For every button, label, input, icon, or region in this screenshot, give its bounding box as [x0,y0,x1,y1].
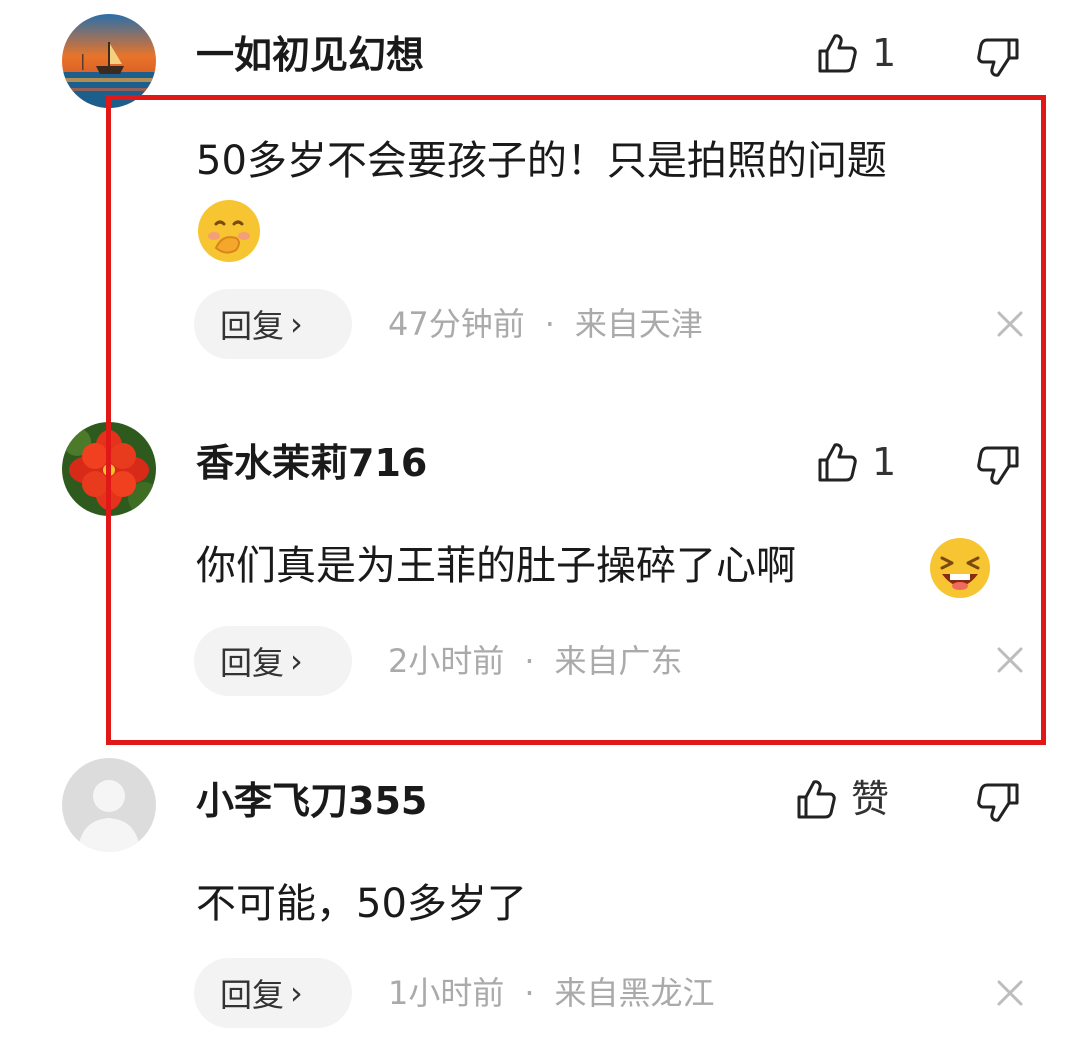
username[interactable]: 一如初见幻想 [196,36,424,74]
like-button[interactable]: 1 [814,28,896,78]
like-count: 1 [872,31,897,75]
comment-text: 不可能，50多岁了 [196,881,527,927]
default-person-avatar-icon [62,758,156,852]
close-icon[interactable] [995,978,1025,1008]
thumbs-down-icon [977,783,1019,822]
like-label: 赞 [851,777,890,821]
thumbs-up-icon [797,780,836,819]
username[interactable]: 小李飞刀355 [196,782,427,820]
avatar[interactable] [62,14,156,108]
thumbs-up-icon [818,34,857,73]
like-button[interactable]: 赞 [793,774,889,824]
dislike-button[interactable] [975,777,1023,827]
comment-meta: 1小时前 · 来自黑龙江 [388,977,715,1009]
chevron-right-icon: › [290,974,303,1012]
highlight-box [106,95,1046,745]
dislike-button[interactable] [975,32,1023,82]
comment-location: 来自黑龙江 [554,974,715,1012]
avatar[interactable] [62,758,156,852]
comment-time: 1小时前 [388,974,505,1012]
reply-button[interactable]: 回复 › [194,958,352,1028]
reply-label: 回复 [220,976,285,1014]
separator-dot: · [524,974,535,1012]
thumbs-down-icon [977,38,1019,77]
sunset-boat-painting-avatar-icon [62,14,156,108]
